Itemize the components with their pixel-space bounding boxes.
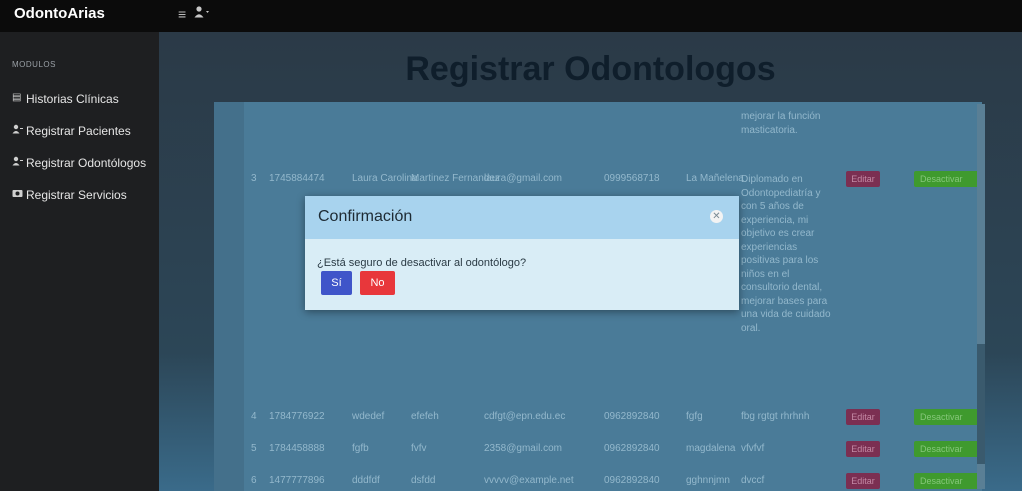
sidebar-item-label: Registrar Servicios — [26, 188, 127, 202]
table-cell-description: dvccf — [741, 475, 765, 486]
table-cell-surname: fvfv — [411, 443, 427, 454]
page-title: Registrar Odontologos — [405, 50, 776, 88]
sidebar-item-odontologos[interactable]: Registrar Odontólogos — [0, 152, 159, 176]
table-cell-name: dddfdf — [352, 475, 380, 486]
table-cell-id: 1784458888 — [269, 443, 325, 454]
table-cell-number: 5 — [251, 443, 257, 454]
table-cell-address: magdalena — [686, 443, 736, 454]
table-cell-description: vfvfvf — [741, 443, 765, 454]
edit-button[interactable]: Editar — [846, 473, 880, 489]
deactivate-button[interactable]: Desactivar — [914, 473, 980, 489]
table-cell-phone: 0962892840 — [604, 411, 660, 422]
sidebar-item-pacientes[interactable]: Registrar Pacientes — [0, 120, 159, 144]
user-plus-icon — [12, 156, 23, 169]
camera-icon — [12, 188, 23, 201]
sidebar-item-historias[interactable]: ▤ Historias Clínicas — [0, 88, 159, 112]
top-navbar: OdontoArias ≡ — [0, 0, 1022, 32]
table-cell-name: Laura Carolina — [352, 173, 418, 184]
modal-header: Confirmación ✕ — [305, 196, 739, 239]
brand-logo[interactable]: OdontoArias — [14, 5, 105, 22]
table-cell-name: fgfb — [352, 443, 369, 454]
table-cell-phone: 0999568718 — [604, 173, 660, 184]
table-cell-email: laura@gmail.com — [484, 173, 562, 184]
table-cell-name: wdedef — [352, 411, 385, 422]
user-dropdown-icon[interactable] — [194, 6, 210, 21]
table-cell-description: Diplomado en Odontopediatría y con 5 año… — [741, 174, 831, 334]
modal-title: Confirmación — [318, 208, 413, 225]
table-cell-description: fbg rgtgt rhrhnh — [741, 411, 810, 422]
deactivate-button[interactable]: Desactivar — [914, 441, 980, 457]
user-plus-icon — [12, 124, 23, 137]
table-cell-address: gghnnjmn — [686, 475, 730, 486]
table-cell-phone: 0962892840 — [604, 443, 660, 454]
table-cell-email: 2358@gmail.com — [484, 443, 562, 454]
table-cell-id: 1745884474 — [269, 173, 325, 184]
table-scrollbar[interactable] — [977, 104, 985, 489]
table-cell-phone: 0962892840 — [604, 475, 660, 486]
table-cell-email: cdfgt@epn.edu.ec — [484, 411, 566, 422]
hamburger-icon[interactable]: ≡ — [178, 6, 186, 22]
scrollbar-thumb[interactable] — [977, 344, 985, 464]
sidebar-item-label: Historias Clínicas — [26, 92, 119, 106]
sidebar: MODULOS ▤ Historias Clínicas Registrar P… — [0, 32, 159, 491]
deactivate-button[interactable]: Desactivar — [914, 409, 980, 425]
confirm-yes-button[interactable]: Sí — [321, 271, 352, 295]
book-icon: ▤ — [12, 92, 22, 103]
sidebar-item-label: Registrar Odontólogos — [26, 156, 147, 170]
edit-button[interactable]: Editar — [846, 171, 880, 187]
table-cell-id: 1784776922 — [269, 411, 325, 422]
table-cell-email: vvvvv@example.net — [484, 475, 574, 486]
user-icon — [194, 6, 209, 18]
edit-button[interactable]: Editar — [846, 441, 880, 457]
table-left-strip — [214, 102, 244, 491]
table-cell-address: La Mañelena — [686, 173, 744, 184]
table-cell-address: fgfg — [686, 411, 703, 422]
table-cell-number: 6 — [251, 475, 257, 486]
table-cell-surname: efefeh — [411, 411, 439, 422]
sidebar-section-label: MODULOS — [12, 60, 56, 69]
confirm-no-button[interactable]: No — [360, 271, 395, 295]
edit-button[interactable]: Editar — [846, 409, 880, 425]
confirmation-modal: Confirmación ✕ ¿Está seguro de desactiva… — [305, 196, 739, 310]
deactivate-button[interactable]: Desactivar — [914, 171, 980, 187]
table-cell-description: mejorar la función masticatoria. — [741, 111, 821, 136]
table-cell-surname: dsfdd — [411, 475, 436, 486]
modal-message: ¿Está seguro de desactivar al odontólogo… — [317, 257, 527, 269]
table-cell-id: 1477777896 — [269, 475, 325, 486]
table-cell-number: 3 — [251, 173, 257, 184]
close-icon[interactable]: ✕ — [710, 210, 723, 223]
sidebar-item-servicios[interactable]: Registrar Servicios — [0, 184, 159, 208]
sidebar-item-label: Registrar Pacientes — [26, 124, 131, 138]
table-cell-number: 4 — [251, 411, 257, 422]
